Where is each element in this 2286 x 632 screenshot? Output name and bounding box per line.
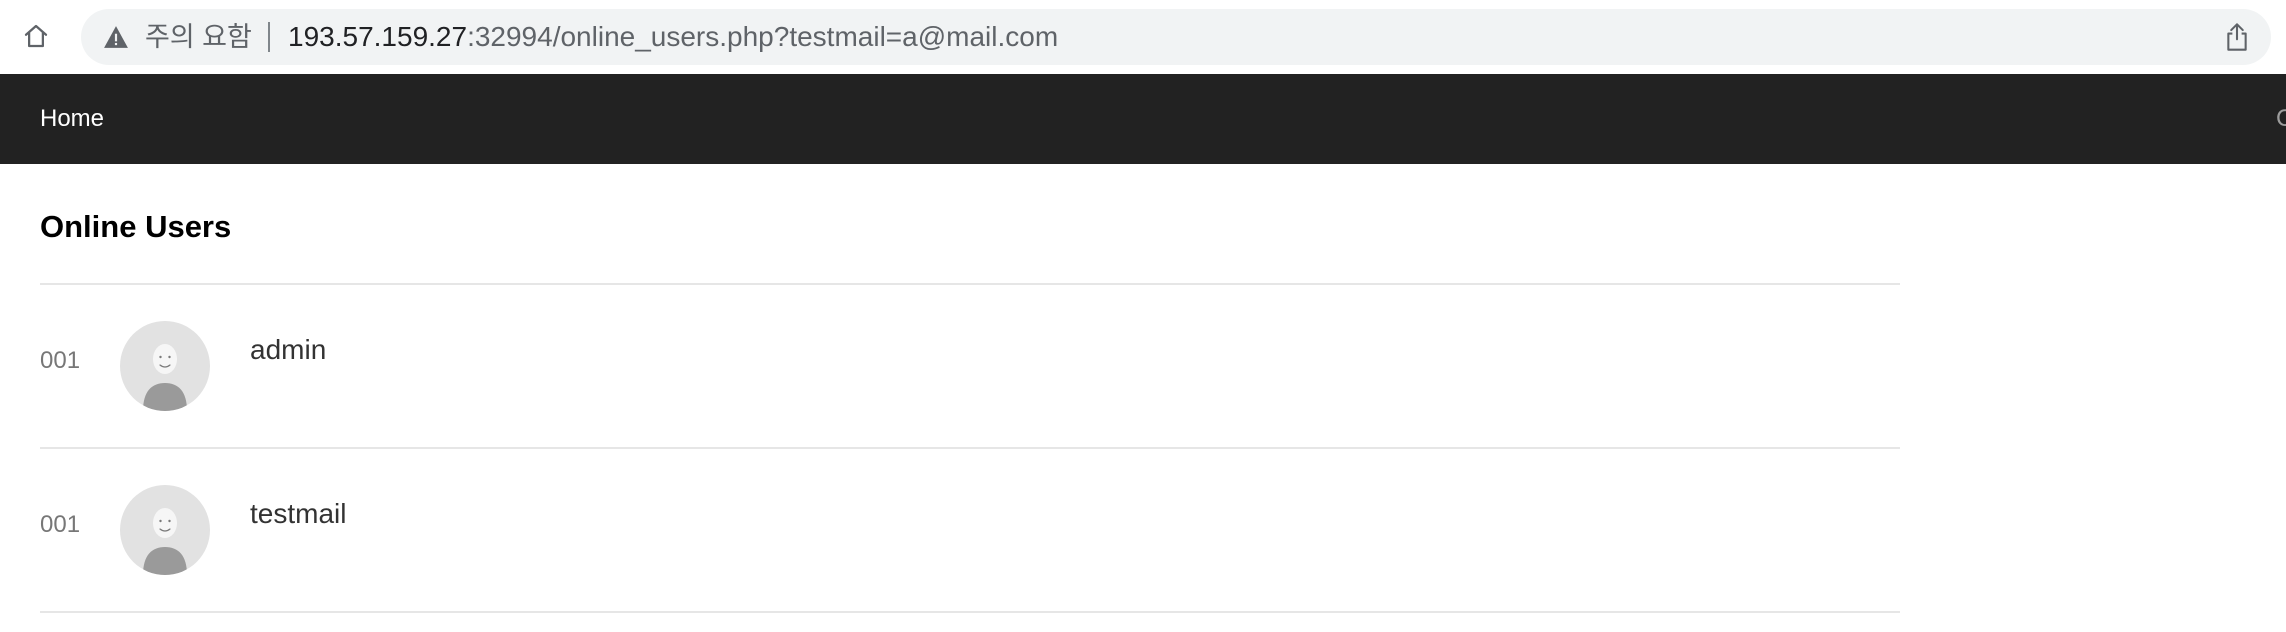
warning-icon[interactable] (101, 23, 131, 51)
security-warning-label[interactable]: 주의 요함 (145, 9, 252, 65)
browser-toolbar: 주의 요함 193.57.159.27:32994/online_users.p… (0, 0, 2286, 74)
site-navbar: Home C (0, 74, 2286, 164)
default-user-icon (143, 508, 187, 575)
user-name-link[interactable]: admin (250, 334, 326, 366)
page-title: Online Users (40, 209, 232, 244)
online-users-list: 001 admin 001 testmail (40, 283, 1900, 613)
nav-home-link[interactable]: Home (40, 74, 104, 164)
avatar (120, 321, 210, 411)
avatar (120, 485, 210, 575)
home-icon[interactable] (14, 14, 58, 58)
user-number: 001 (40, 511, 81, 538)
default-user-icon (143, 344, 187, 411)
share-icon[interactable] (2221, 21, 2253, 53)
url-separator (268, 22, 270, 52)
url-text[interactable]: 193.57.159.27:32994/online_users.php?tes… (288, 9, 1058, 65)
user-number: 001 (40, 347, 81, 374)
url-path: :32994/online_users.php?testmail=a@mail.… (467, 21, 1059, 52)
url-host: 193.57.159.27 (288, 21, 468, 52)
address-bar[interactable]: 주의 요함 193.57.159.27:32994/online_users.p… (81, 9, 2271, 65)
nav-right-link[interactable]: C (2276, 74, 2286, 164)
list-item: 001 testmail (40, 449, 1900, 613)
user-name-link[interactable]: testmail (250, 498, 346, 530)
list-item: 001 admin (40, 285, 1900, 449)
